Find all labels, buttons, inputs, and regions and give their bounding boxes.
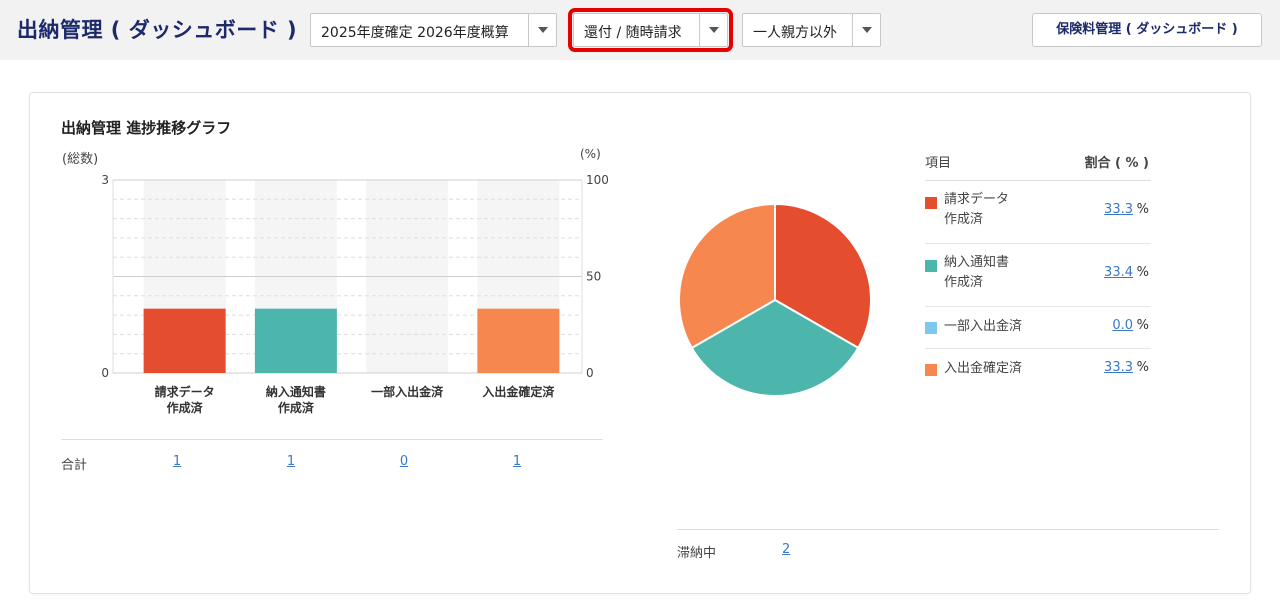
request-type-select[interactable]: 還付 / 随時請求 [568, 8, 733, 52]
chevron-down-icon[interactable] [699, 14, 727, 46]
legend-swatch [925, 197, 937, 209]
legend-label: 入出金確定済 [944, 361, 1023, 376]
percent-sign: % [1136, 202, 1149, 217]
pie-legend: 項目 割合 ( % ) 請求データ 作成済 33.3 % 納入通知書 作成済 33.… [925, 151, 1151, 391]
y-right-tick-label: 100 [586, 173, 609, 187]
percent-sign: % [1136, 360, 1149, 375]
totals-label: 合計 [61, 458, 88, 473]
legend-swatch [925, 260, 937, 272]
legend-row: 入出金確定済 33.3 % [925, 349, 1151, 391]
total-value-confirmed[interactable]: 1 [502, 454, 532, 469]
x-tick-label: 一部入出金済 [371, 384, 444, 399]
legend-percent-link[interactable]: 0.0 [1112, 318, 1133, 333]
app-header: 出納管理 ( ダッシュボード ) 2025年度確定 2026年度概算 還付 / … [0, 0, 1280, 60]
overdue-count-link[interactable]: 2 [782, 542, 790, 557]
card-title: 出納管理 進捗推移グラフ [61, 119, 232, 137]
legend-percent-link[interactable]: 33.3 [1104, 202, 1133, 217]
legend-label: 納入通知書 作成済 [944, 255, 1010, 290]
parent-type-select-value: 一人親方以外 [753, 25, 837, 41]
parent-type-select[interactable]: 一人親方以外 [742, 13, 881, 47]
pie-chart [678, 202, 872, 397]
legend-row: 納入通知書 作成済 33.4 % [925, 244, 1151, 307]
request-type-select-value: 還付 / 随時請求 [584, 25, 682, 41]
divider [61, 439, 603, 440]
insurance-dashboard-button[interactable]: 保険料管理 ( ダッシュボード ) [1032, 13, 1262, 47]
fiscal-year-select-value: 2025年度確定 2026年度概算 [321, 25, 509, 41]
chevron-down-icon[interactable] [528, 14, 556, 46]
y-right-tick-label: 0 [586, 366, 594, 380]
legend-swatch [925, 322, 937, 334]
legend-header-item: 項目 [925, 156, 952, 171]
chevron-down-icon[interactable] [852, 14, 880, 46]
legend-header-ratio: 割合 ( % ) [1084, 156, 1150, 171]
x-tick-label: 請求データ [155, 384, 215, 399]
legend-percent-link[interactable]: 33.4 [1104, 265, 1133, 280]
legend-swatch [925, 364, 937, 376]
y-axis-right-title: (%) [580, 147, 601, 161]
y-right-tick-label: 50 [586, 270, 601, 284]
legend-label: 請求データ 作成済 [944, 192, 1010, 227]
x-tick-label: 納入通知書 [266, 384, 326, 399]
y-axis-title: (総数) [62, 152, 98, 167]
legend-row: 一部入出金済 0.0 % [925, 307, 1151, 349]
progress-card: 出納管理 進捗推移グラフ (総数) (%) 0 3 0 50 100 請求データ 作成済 納入通知… [29, 92, 1251, 594]
percent-sign: % [1136, 265, 1149, 280]
legend-label: 一部入出金済 [944, 319, 1023, 334]
overdue-label: 滞納中 [677, 546, 717, 561]
bar [477, 308, 560, 373]
fiscal-year-select[interactable]: 2025年度確定 2026年度概算 [310, 13, 557, 47]
divider [677, 529, 1219, 530]
total-value-notice[interactable]: 1 [276, 454, 306, 469]
total-value-billing[interactable]: 1 [162, 454, 192, 469]
percent-sign: % [1136, 318, 1149, 333]
y-tick-label: 3 [101, 173, 109, 187]
x-tick-label: 作成済 [167, 400, 204, 415]
bar-chart: (総数) (%)03050100請求データ作成済納入通知書作成済一部入出金済 入出金… [62, 147, 609, 415]
total-value-partial[interactable]: 0 [389, 454, 419, 469]
legend-row: 請求データ 作成済 33.3 % [925, 181, 1151, 244]
legend-percent-link[interactable]: 33.3 [1104, 360, 1133, 375]
bar [143, 308, 226, 373]
legend-header: 項目 割合 ( % ) [925, 151, 1151, 181]
bar [254, 308, 337, 373]
x-tick-label: 入出金確定済 [482, 384, 555, 399]
page-title: 出納管理 ( ダッシュボード ) [17, 18, 298, 42]
x-tick-label: 作成済 [278, 400, 315, 415]
y-tick-label: 0 [101, 366, 109, 380]
